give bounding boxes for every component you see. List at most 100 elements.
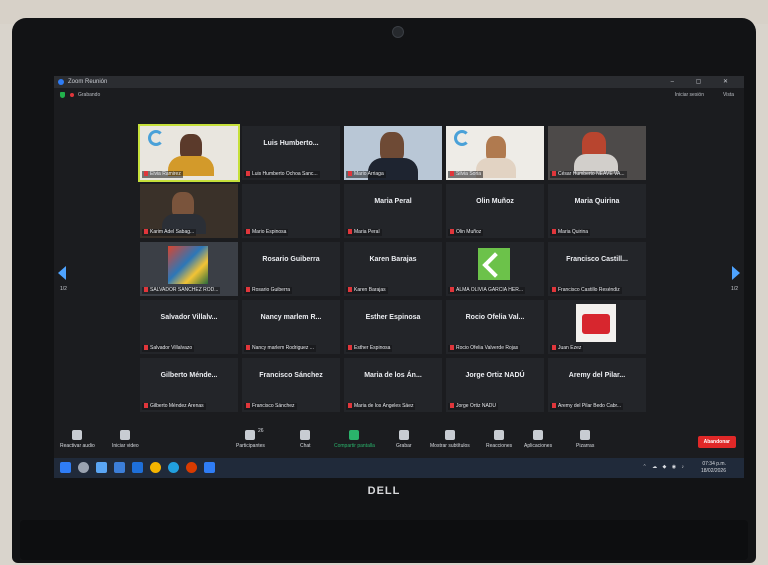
apps-label: Aplicaciones — [524, 443, 553, 449]
page-indicator-right: 1/2 — [731, 286, 738, 292]
participant-tile[interactable]: Karim Adel Sabag... — [140, 184, 238, 238]
participant-name: Elvia Ramirez — [142, 171, 183, 178]
cepae-logo-icon — [148, 130, 164, 146]
participant-tile[interactable]: César Humberto NEAVE VA... — [548, 126, 646, 180]
participant-tile[interactable]: Maria de los Án... Maria de los Ángeles … — [344, 358, 442, 412]
taskview-icon[interactable] — [114, 462, 125, 473]
record-button[interactable]: Grabar — [396, 430, 412, 449]
apps-icon — [533, 430, 544, 440]
participant-name: Olin Muñoz — [448, 229, 484, 236]
participant-tile[interactable]: Juan Ezez — [548, 300, 646, 354]
participant-name: Maria de los Ángeles Sáez — [346, 403, 416, 410]
window-controls[interactable]: – ▢ ✕ — [671, 76, 738, 88]
participant-tile[interactable]: Mario Espinosa — [242, 184, 340, 238]
start-icon[interactable] — [60, 462, 71, 473]
chrome-icon[interactable] — [150, 462, 161, 473]
next-page-arrow-icon[interactable] — [732, 266, 740, 280]
share-screen-button[interactable]: Compartir pantalla — [334, 430, 375, 449]
profile-picture — [576, 304, 616, 342]
security-shield-icon[interactable] — [60, 92, 65, 98]
participant-tile[interactable]: Rosario Guiberra Rosario Guiberra — [242, 242, 340, 296]
participant-tile[interactable]: Luis Humberto... Luis Humberto Ochoa San… — [242, 126, 340, 180]
participant-tile[interactable]: ALMA OLIVIA GARCIA HER... — [446, 242, 544, 296]
view-button[interactable]: Vista — [723, 88, 734, 102]
unmute-audio-label: Reactivar audio — [60, 443, 95, 449]
participant-display-name: Francisco Castill... — [566, 256, 628, 263]
app-icon[interactable] — [186, 462, 197, 473]
participant-name: Aremy del Pilar Bedo Cabr... — [550, 403, 624, 410]
participant-display-name: Maria Quirina — [574, 198, 620, 205]
participant-display-name: Aremy del Pilar... — [568, 372, 626, 379]
search-icon[interactable] — [78, 462, 89, 473]
participant-name: Karim Adel Sabag... — [142, 229, 197, 236]
participant-name: César Humberto NEAVE VA... — [550, 171, 627, 178]
participant-tile[interactable]: Olin Muñoz Olin Muñoz — [446, 184, 544, 238]
widgets-icon[interactable] — [96, 462, 107, 473]
unmute-audio-button[interactable]: Reactivar audio — [60, 430, 95, 449]
start-video-label: Iniciar video — [112, 443, 139, 449]
time: 07:34 p.m. — [702, 461, 726, 467]
participant-tile[interactable]: Elvia Ramirez — [138, 124, 240, 182]
participant-name: Gilberto Méndez Arenas — [142, 403, 206, 410]
participant-display-name: Salvador Villalv... — [160, 314, 218, 321]
laptop-hinge — [20, 520, 748, 560]
captions-button[interactable]: Mostrar subtítulos — [430, 430, 470, 449]
captions-icon — [444, 430, 455, 440]
reactions-button[interactable]: Reacciones — [486, 430, 512, 449]
leave-button[interactable]: Abandonar — [697, 436, 736, 448]
participant-name: Salvador Villalvazo — [142, 345, 195, 352]
zoom-taskbar-icon[interactable] — [204, 462, 215, 473]
profile-logo-icon — [478, 248, 510, 280]
participant-tile[interactable]: Karen Barajas Karen Barajas — [344, 242, 442, 296]
participant-tile[interactable]: Gilberto Ménde... Gilberto Méndez Arenas — [140, 358, 238, 412]
clock[interactable]: 07:34 p.m. 18/02/2026 — [701, 461, 726, 475]
participant-tile[interactable]: Francisco Sánchez Francisco Sánchez — [242, 358, 340, 412]
edge-icon[interactable] — [168, 462, 179, 473]
whiteboards-button[interactable]: Pizarras — [576, 430, 594, 449]
participant-tile[interactable]: Maria Quirina Maria Quirina — [548, 184, 646, 238]
record-dot-icon — [70, 93, 74, 97]
file-explorer-icon[interactable] — [132, 462, 143, 473]
participant-tile[interactable]: Salvador Villalv... Salvador Villalvazo — [140, 300, 238, 354]
participant-display-name: Olin Muñoz — [476, 198, 514, 205]
whiteboards-label: Pizarras — [576, 443, 595, 449]
participants-icon — [245, 430, 256, 440]
page-indicator-left: 1/2 — [60, 286, 67, 292]
microphone-muted-icon — [72, 430, 83, 440]
participant-tile[interactable]: Silvia Soria — [446, 126, 544, 180]
participant-tile[interactable]: Aremy del Pilar... Aremy del Pilar Bedo … — [548, 358, 646, 412]
chat-icon — [300, 430, 311, 440]
chat-button[interactable]: Chat — [300, 430, 311, 449]
participant-tile[interactable]: Jorge Ortiz NADÚ Jorge Ortiz NADÚ — [446, 358, 544, 412]
start-video-button[interactable]: Iniciar video — [112, 430, 139, 449]
participant-name: ALMA OLIVIA GARCIA HER... — [448, 287, 525, 294]
participant-tile[interactable]: Esther Espinosa Esther Espinosa — [344, 300, 442, 354]
participant-display-name: Maria Peral — [374, 198, 412, 205]
participant-name: Karen Barajas — [346, 287, 388, 294]
participant-tile[interactable]: Francisco Castill... Francisco Castillo … — [548, 242, 646, 296]
participant-tile[interactable]: SALVADOR SANCHEZ ROD... — [140, 242, 238, 296]
participant-tile[interactable]: Maria Peral Maria Peral — [344, 184, 442, 238]
participants-count: 26 — [258, 428, 264, 434]
participant-display-name: Francisco Sánchez — [259, 372, 323, 379]
participant-display-name: Rosario Guiberra — [262, 256, 320, 263]
camera-off-icon — [120, 430, 131, 440]
participant-tile[interactable]: Nancy marlem R... Nancy marlem Rodriguez… — [242, 300, 340, 354]
signin-button[interactable]: Iniciar sesión — [675, 88, 704, 102]
dell-logo: DELL — [367, 485, 401, 497]
title-bar: Zoom Reunión – ▢ ✕ — [54, 76, 744, 88]
participant-tile[interactable]: Mario Arriaga — [344, 126, 442, 180]
participant-name: Jorge Ortiz NADÚ — [448, 403, 499, 410]
zoom-window: Zoom Reunión – ▢ ✕ Grabando Iniciar sesi… — [54, 76, 744, 478]
windows-taskbar: ⌃ ☁ ◆ ◉ ♪ 07:34 p.m. 18/02/2026 — [54, 458, 744, 478]
system-tray-icon[interactable]: ⌃ ☁ ◆ ◉ ♪ — [643, 464, 686, 470]
participant-name: Maria Quirina — [550, 229, 591, 236]
participant-grid: Elvia Ramirez Luis Humberto... Luis Humb… — [138, 124, 646, 412]
participant-display-name: Gilberto Ménde... — [160, 372, 218, 379]
participant-tile[interactable]: Rocio Ofelia Val... Rocio Ofelia Valverd… — [446, 300, 544, 354]
participant-display-name: Nancy marlem R... — [260, 314, 322, 321]
chat-label: Chat — [300, 443, 311, 449]
previous-page-arrow-icon[interactable] — [58, 266, 66, 280]
apps-button[interactable]: Aplicaciones — [524, 430, 552, 449]
participant-name: Nancy marlem Rodriguez ... — [244, 345, 316, 352]
